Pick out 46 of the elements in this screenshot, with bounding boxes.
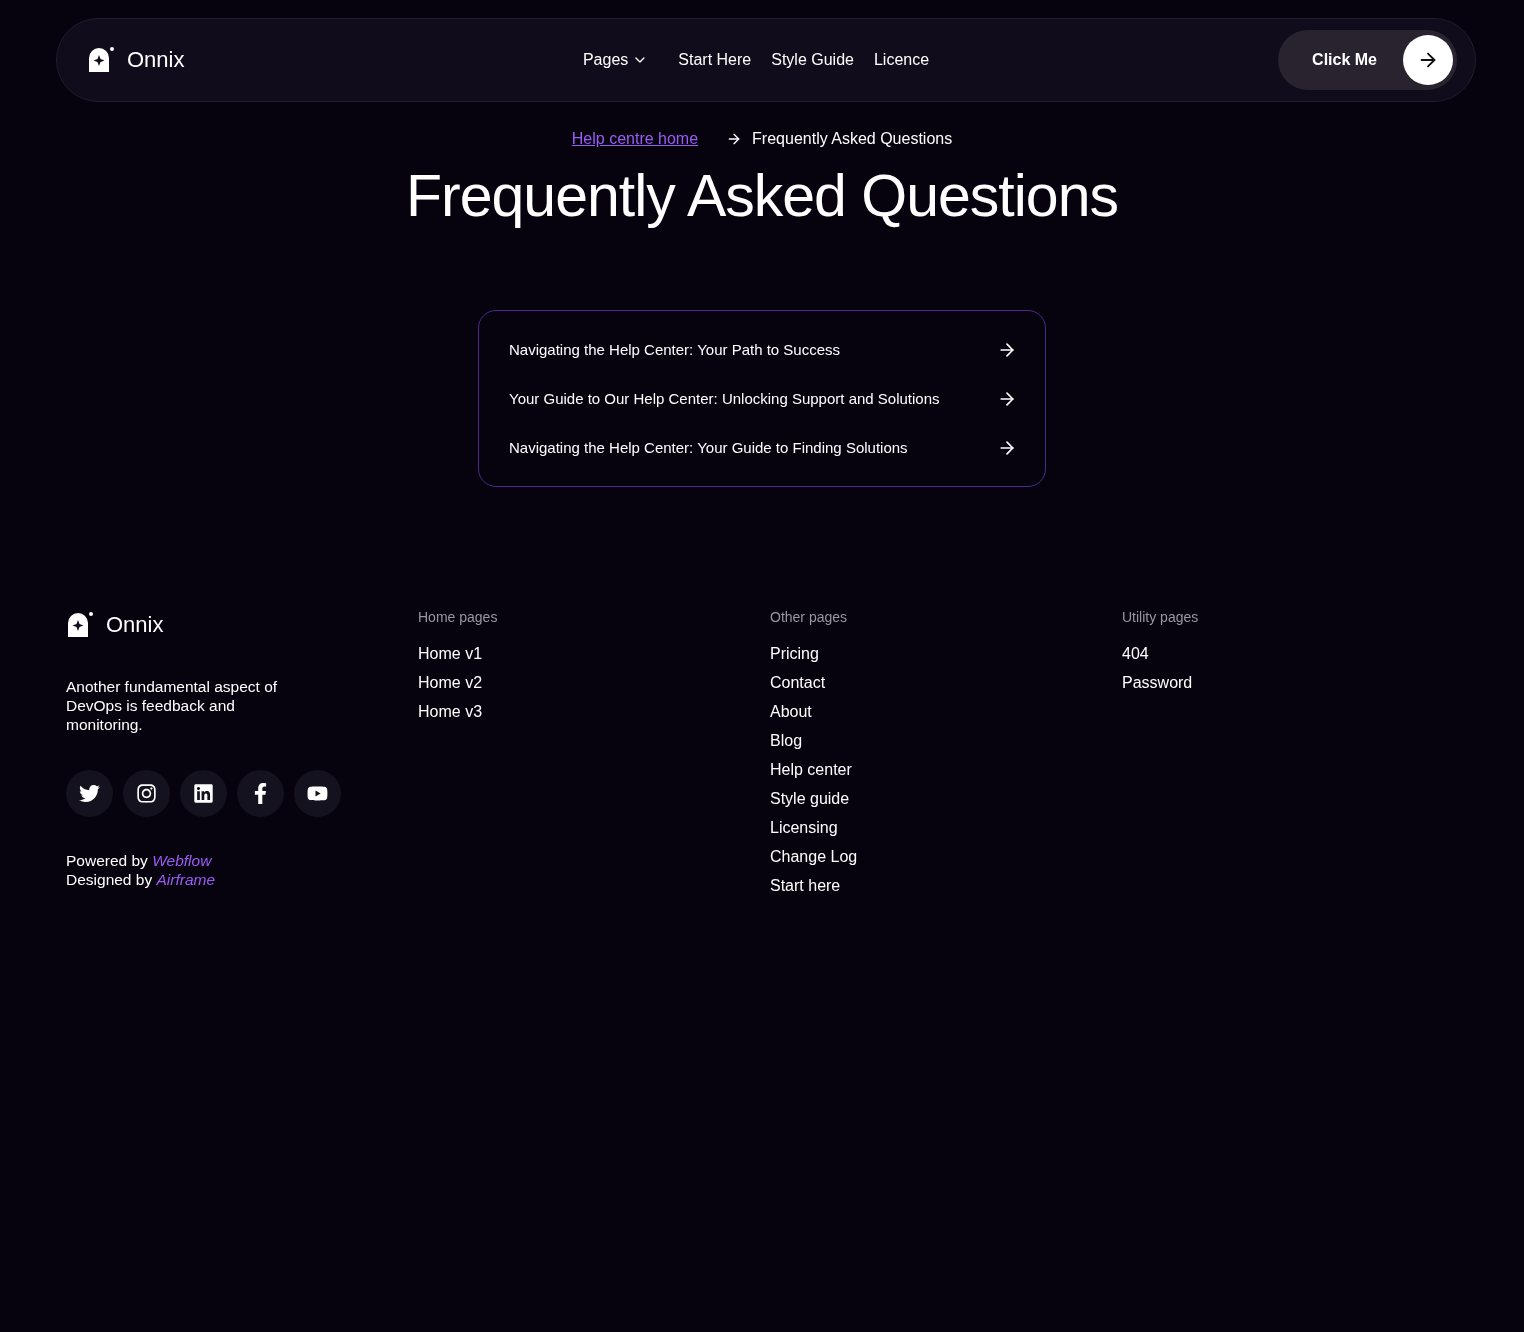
footer-brand-name[interactable]: Onnix [106, 612, 164, 638]
footer-link[interactable]: Pricing [770, 644, 1122, 663]
youtube-button[interactable] [294, 770, 341, 817]
footer-tagline: Another fundamental aspect of DevOps is feedback and monitoring. [66, 677, 279, 734]
instagram-button[interactable] [123, 770, 170, 817]
credit-line: Powered by Webflow [66, 851, 213, 870]
instagram-icon [136, 783, 157, 804]
footer-link[interactable]: Licensing [770, 818, 1122, 837]
nav-link[interactable]: Start Here [678, 51, 752, 69]
footer-column-heading: Home pages [418, 609, 499, 625]
twitter-button[interactable] [66, 770, 113, 817]
twitter-icon [79, 783, 100, 804]
credit-link[interactable]: Airframe [156, 871, 216, 888]
nav-link[interactable]: Pages [582, 51, 649, 69]
article-link[interactable]: Navigating the Help Center: Your Guide to Finding Solutions [509, 423, 1017, 472]
footer-link[interactable]: Help center [770, 760, 1122, 779]
footer-link[interactable]: Home v3 [418, 702, 770, 721]
article-link[interactable]: Your Guide to Our Help Center: Unlocking Support and Solutions [509, 374, 1017, 423]
footer-link[interactable]: Password [1122, 673, 1474, 692]
facebook-button[interactable] [237, 770, 284, 817]
breadcrumb-current: Frequently Asked Questions [752, 130, 953, 148]
footer-link[interactable]: 404 [1122, 644, 1474, 663]
footer-link[interactable]: Style guide [770, 789, 1122, 808]
nav-link[interactable]: Licence [873, 51, 930, 69]
footer-link[interactable]: Contact [770, 673, 1122, 692]
logo-icon [66, 611, 94, 639]
article-link[interactable]: Navigating the Help Center: Your Path to Success [509, 325, 1017, 374]
breadcrumb-link[interactable]: Help centre home [571, 130, 699, 148]
credit-line: Designed by Airframe [66, 870, 217, 889]
linkedin-icon [193, 783, 214, 804]
footer-link[interactable]: Home v1 [418, 644, 770, 663]
footer-link[interactable]: Change Log [770, 847, 1122, 866]
footer-link[interactable]: Start here [770, 876, 1122, 895]
footer-link[interactable]: Home v2 [418, 673, 770, 692]
logo-icon [87, 46, 115, 74]
arrow-right-icon [1403, 35, 1453, 85]
nav-link[interactable]: Style Guide [771, 51, 854, 69]
footer-link[interactable]: About [770, 702, 1122, 721]
footer-column-heading: Utility pages [1122, 609, 1200, 625]
brand-name[interactable]: Onnix [127, 47, 185, 73]
credit-link[interactable]: Webflow [152, 852, 212, 869]
footer-link[interactable]: Blog [770, 731, 1122, 750]
cta-button[interactable]: Click Me [1278, 30, 1457, 90]
page-title: Frequently Asked Questions [405, 162, 1119, 230]
footer-column-heading: Other pages [770, 609, 849, 625]
linkedin-button[interactable] [180, 770, 227, 817]
